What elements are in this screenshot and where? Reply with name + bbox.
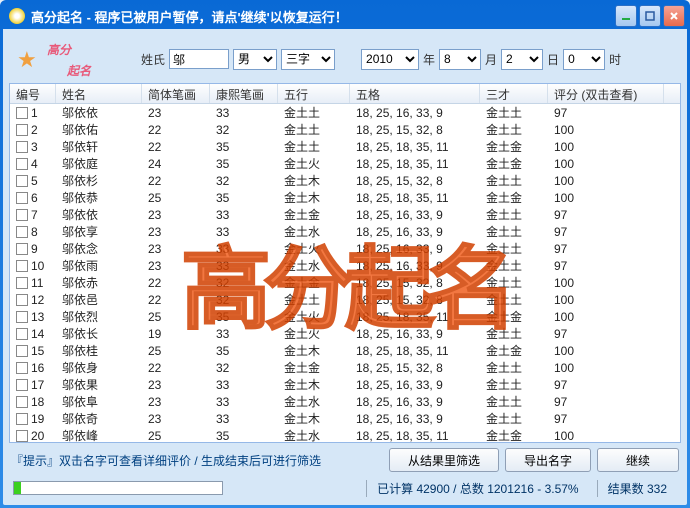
table-row[interactable]: 20邬依峰2535金土水18, 25, 18, 35, 11金土金100 <box>10 427 680 442</box>
month-label: 月 <box>485 51 497 68</box>
maximize-button[interactable] <box>639 5 661 27</box>
table-row[interactable]: 5邬依杉2232金土木18, 25, 15, 32, 8金土土100 <box>10 172 680 189</box>
table-row[interactable]: 19邬依奇2333金土木18, 25, 16, 33, 9金土土97 <box>10 410 680 427</box>
export-button[interactable]: 导出名字 <box>505 448 591 472</box>
surname-input[interactable] <box>169 49 229 69</box>
row-checkbox[interactable] <box>16 192 28 204</box>
gender-select[interactable]: 男 <box>233 49 277 70</box>
table-row[interactable]: 1邬依依2333金土土18, 25, 16, 33, 9金土土97 <box>10 104 680 121</box>
titlebar: 高分起名 - 程序已被用户暂停，请点'继续'以恢复运行！ <box>3 3 687 29</box>
table-row[interactable]: 9邬依念2333金土火18, 25, 16, 33, 9金土土97 <box>10 240 680 257</box>
hour-label: 时 <box>609 51 621 68</box>
col-header-score[interactable]: 评分 (双击查看) <box>548 84 664 103</box>
result-count-status: 结果数 332 <box>597 480 677 497</box>
input-row: 姓氏 男 三字 2010 年 8 月 2 日 0 时 <box>141 49 621 70</box>
toolbar: 高分起名 姓氏 男 三字 2010 年 8 月 2 日 0 时 <box>9 35 681 83</box>
row-checkbox[interactable] <box>16 124 28 136</box>
table-row[interactable]: 15邬依桂2535金土木18, 25, 18, 35, 11金土金100 <box>10 342 680 359</box>
row-checkbox[interactable] <box>16 141 28 153</box>
computed-status: 已计算 42900 / 总数 1201216 - 3.57% <box>366 480 589 497</box>
table-row[interactable]: 18邬依阜2333金土水18, 25, 16, 33, 9金土土97 <box>10 393 680 410</box>
row-checkbox[interactable] <box>16 413 28 425</box>
row-checkbox[interactable] <box>16 226 28 238</box>
client-area: 高分起名 姓氏 男 三字 2010 年 8 月 2 日 0 时 编号 姓名 <box>3 29 687 505</box>
row-checkbox[interactable] <box>16 379 28 391</box>
row-checkbox[interactable] <box>16 328 28 340</box>
row-checkbox[interactable] <box>16 209 28 221</box>
hint-text: 『提示』双击名字可查看详细评价 / 生成结束后可进行筛选 <box>11 452 383 469</box>
logo-icon <box>15 45 43 73</box>
year-label: 年 <box>423 51 435 68</box>
close-button[interactable] <box>663 5 685 27</box>
row-checkbox[interactable] <box>16 158 28 170</box>
footer-bar: 『提示』双击名字可查看详细评价 / 生成结束后可进行筛选 从结果里筛选 导出名字… <box>9 443 681 477</box>
row-checkbox[interactable] <box>16 107 28 119</box>
col-header-kangxi[interactable]: 康熙笔画 <box>210 84 278 103</box>
app-window: 高分起名 - 程序已被用户暂停，请点'继续'以恢复运行！ 高分起名 姓氏 男 三… <box>0 0 690 508</box>
table-row[interactable]: 8邬依享2333金土水18, 25, 16, 33, 9金土土97 <box>10 223 680 240</box>
surname-label: 姓氏 <box>141 51 165 68</box>
row-checkbox[interactable] <box>16 175 28 187</box>
grid-header-row: 编号 姓名 简体笔画 康熙笔画 五行 五格 三才 评分 (双击查看) <box>10 84 680 104</box>
row-checkbox[interactable] <box>16 362 28 374</box>
progress-fill <box>14 482 21 494</box>
table-row[interactable]: 10邬依雨2333金土水18, 25, 16, 33, 9金土土97 <box>10 257 680 274</box>
results-grid: 编号 姓名 简体笔画 康熙笔画 五行 五格 三才 评分 (双击查看) 1邬依依2… <box>9 83 681 443</box>
table-row[interactable]: 11邬依赤2232金土金18, 25, 15, 32, 8金土土100 <box>10 274 680 291</box>
row-checkbox[interactable] <box>16 277 28 289</box>
row-checkbox[interactable] <box>16 430 28 442</box>
table-row[interactable]: 14邬依长1933金土火18, 25, 16, 33, 9金土土97 <box>10 325 680 342</box>
col-header-name[interactable]: 姓名 <box>56 84 142 103</box>
table-row[interactable]: 4邬依庭2435金土火18, 25, 18, 35, 11金土金100 <box>10 155 680 172</box>
day-select[interactable]: 2 <box>501 49 543 70</box>
progress-bar <box>13 481 223 495</box>
continue-button[interactable]: 继续 <box>597 448 679 472</box>
minimize-button[interactable] <box>615 5 637 27</box>
table-row[interactable]: 2邬依佑2232金土土18, 25, 15, 32, 8金土土100 <box>10 121 680 138</box>
table-row[interactable]: 3邬依轩2235金土土18, 25, 18, 35, 11金土金100 <box>10 138 680 155</box>
table-row[interactable]: 12邬依邑2232金土土18, 25, 15, 32, 8金土土100 <box>10 291 680 308</box>
col-header-wuge[interactable]: 五格 <box>350 84 480 103</box>
filter-button[interactable]: 从结果里筛选 <box>389 448 499 472</box>
window-title: 高分起名 - 程序已被用户暂停，请点'继续'以恢复运行！ <box>31 7 615 26</box>
table-row[interactable]: 7邬依依2333金土金18, 25, 16, 33, 9金土土97 <box>10 206 680 223</box>
table-row[interactable]: 13邬依烈2535金土火18, 25, 18, 35, 11金土金100 <box>10 308 680 325</box>
app-icon <box>9 8 25 24</box>
row-checkbox[interactable] <box>16 311 28 323</box>
status-bar: 已计算 42900 / 总数 1201216 - 3.57% 结果数 332 <box>9 477 681 499</box>
logo: 高分起名 <box>15 37 125 81</box>
row-checkbox[interactable] <box>16 396 28 408</box>
table-row[interactable]: 6邬依恭2535金土木18, 25, 18, 35, 11金土金100 <box>10 189 680 206</box>
year-select[interactable]: 2010 <box>361 49 419 70</box>
col-header-wuxing[interactable]: 五行 <box>278 84 350 103</box>
row-checkbox[interactable] <box>16 260 28 272</box>
length-select[interactable]: 三字 <box>281 49 335 70</box>
row-checkbox[interactable] <box>16 243 28 255</box>
day-label: 日 <box>547 51 559 68</box>
col-header-simplified[interactable]: 简体笔画 <box>142 84 210 103</box>
row-checkbox[interactable] <box>16 345 28 357</box>
col-header-sancai[interactable]: 三才 <box>480 84 548 103</box>
hour-select[interactable]: 0 <box>563 49 605 70</box>
table-row[interactable]: 16邬依身2232金土金18, 25, 15, 32, 8金土土100 <box>10 359 680 376</box>
row-checkbox[interactable] <box>16 294 28 306</box>
col-header-index[interactable]: 编号 <box>10 84 56 103</box>
month-select[interactable]: 8 <box>439 49 481 70</box>
grid-body[interactable]: 1邬依依2333金土土18, 25, 16, 33, 9金土土972邬依佑223… <box>10 104 680 442</box>
table-row[interactable]: 17邬依果2333金土木18, 25, 16, 33, 9金土土97 <box>10 376 680 393</box>
logo-text: 高分起名 <box>47 38 91 80</box>
window-controls <box>615 5 685 27</box>
